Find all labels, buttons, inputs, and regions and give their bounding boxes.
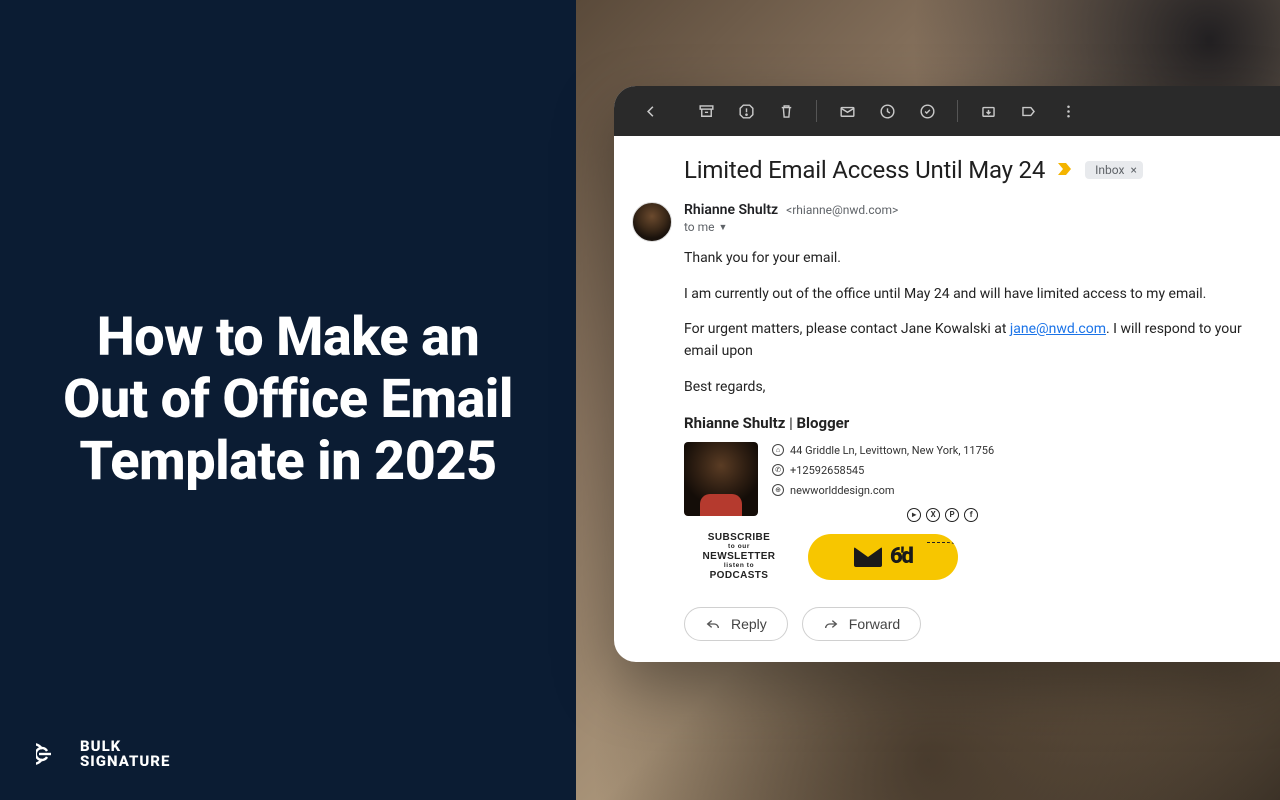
hero-headline: How to Make an Out of Office Email Templ…: [48, 307, 528, 493]
phone-icon: ✆: [772, 464, 784, 476]
signature-address: 44 Griddle Ln, Levittown, New York, 1175…: [790, 442, 994, 459]
important-marker-icon[interactable]: [1057, 161, 1073, 180]
signature-website[interactable]: newworlddesign.com: [790, 482, 895, 499]
email-subject: Limited Email Access Until May 24: [684, 156, 1045, 184]
signature-socials: ▸ X P f: [907, 508, 994, 522]
hero-panel: How to Make an Out of Office Email Templ…: [0, 0, 576, 800]
email-toolbar: [614, 86, 1280, 136]
body-p2: I am currently out of the office until M…: [684, 284, 1272, 306]
snooze-icon[interactable]: [869, 93, 905, 129]
email-window: Limited Email Access Until May 24 Inbox …: [614, 86, 1280, 662]
spam-icon[interactable]: [728, 93, 764, 129]
chevron-down-icon: ▼: [719, 222, 728, 233]
signature-details: ⌂ 44 Griddle Ln, Levittown, New York, 117…: [772, 442, 994, 522]
inbox-chip-label: Inbox: [1095, 163, 1124, 177]
body-closing: Best regards,: [684, 377, 1272, 399]
signature-banner: SUBSCRIBE to our NEWSLETTER listen to PO…: [684, 532, 1272, 581]
back-icon[interactable]: [632, 93, 668, 129]
x-icon[interactable]: X: [926, 508, 940, 522]
close-icon[interactable]: ×: [1130, 163, 1136, 177]
forward-button[interactable]: Forward: [802, 607, 921, 641]
sender-avatar[interactable]: [632, 202, 672, 242]
pinterest-icon[interactable]: P: [945, 508, 959, 522]
sender-email: <rhianne@nwd.com>: [786, 203, 898, 217]
forward-label: Forward: [849, 616, 900, 632]
youtube-icon[interactable]: ▸: [907, 508, 921, 522]
to-label: to me: [684, 220, 715, 234]
reply-label: Reply: [731, 616, 767, 632]
recipient-dropdown[interactable]: to me ▼: [684, 220, 1280, 234]
signature-phone: +12592658545: [790, 462, 864, 479]
reply-button[interactable]: Reply: [684, 607, 788, 641]
move-to-icon[interactable]: [970, 93, 1006, 129]
mark-unread-icon[interactable]: [829, 93, 865, 129]
brand-line2: SIGNATURE: [80, 754, 170, 769]
banner-text-block[interactable]: SUBSCRIBE to our NEWSLETTER listen to PO…: [684, 532, 794, 581]
archive-icon[interactable]: [688, 93, 724, 129]
inbox-chip[interactable]: Inbox ×: [1085, 161, 1143, 179]
contact-email-link[interactable]: jane@nwd.com: [1010, 321, 1106, 337]
brand-logo-icon: [36, 738, 68, 770]
body-p3: For urgent matters, please contact Jane …: [684, 319, 1272, 362]
location-icon: ⌂: [772, 444, 784, 456]
signature-photo: [684, 442, 758, 516]
more-icon[interactable]: [1050, 93, 1086, 129]
facebook-icon[interactable]: f: [964, 508, 978, 522]
brand-lockup: BULK SIGNATURE: [36, 738, 170, 770]
sender-name[interactable]: Rhianne Shultz: [684, 202, 778, 218]
banner-graphic[interactable]: 6'd: [808, 534, 958, 580]
add-task-icon[interactable]: [909, 93, 945, 129]
delete-icon[interactable]: [768, 93, 804, 129]
envelope-icon: [854, 547, 882, 567]
label-icon[interactable]: [1010, 93, 1046, 129]
glasses-icon: 6'd: [890, 540, 912, 574]
body-p1: Thank you for your email.: [684, 248, 1272, 270]
signature-name-line: Rhianne Shultz | Blogger: [684, 412, 1272, 435]
email-body: Thank you for your email. I am currently…: [684, 248, 1280, 641]
globe-icon: ⊕: [772, 484, 784, 496]
